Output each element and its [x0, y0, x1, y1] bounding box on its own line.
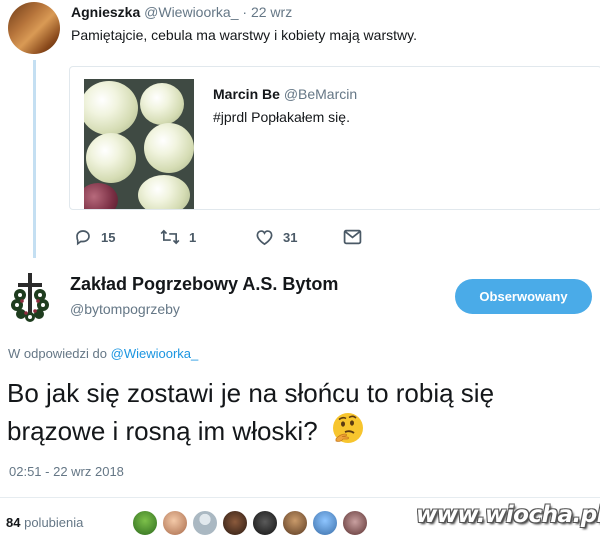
heart-icon: [256, 230, 273, 246]
direct-message-button[interactable]: [343, 226, 362, 248]
parent-tweet: Agnieszka @Wiewioorka_ · 22 wrz Pamiętaj…: [0, 0, 600, 258]
likes-label: polubienia: [24, 515, 84, 530]
parent-tweet-header: Agnieszka @Wiewioorka_ · 22 wrz: [71, 4, 292, 20]
main-tweet-text: Bo jak się zostawi je na słońcu to robią…: [7, 376, 597, 449]
avatar[interactable]: [282, 510, 308, 536]
separator-dot: ·: [242, 4, 248, 20]
author-handle[interactable]: @Wiewioorka_: [144, 4, 238, 20]
retweet-count: 1: [189, 229, 197, 245]
quoted-tweet-card[interactable]: Marcin Be @BeMarcin #jprdl Popłakałem si…: [69, 66, 600, 210]
tweet-timestamp[interactable]: 02:51 - 22 wrz 2018: [9, 464, 124, 479]
avatar[interactable]: [312, 510, 338, 536]
tweet-time[interactable]: 22 wrz: [251, 4, 292, 20]
like-button[interactable]: 31: [255, 226, 297, 248]
reply-context: W odpowiedzi do @Wiewioorka_: [8, 346, 198, 361]
avatar[interactable]: [222, 510, 248, 536]
divider: [0, 497, 600, 498]
reply-icon: [76, 230, 90, 246]
onion-photo: [84, 79, 194, 209]
reply-to-link[interactable]: @Wiewioorka_: [111, 346, 199, 361]
main-tweet-body: Bo jak się zostawi je na słońcu to robią…: [7, 378, 495, 446]
author-name[interactable]: Zakład Pogrzebowy A.S. Bytom: [70, 274, 338, 295]
watermark: www.wiocha.pl: [416, 502, 600, 528]
tweet-text: Pamiętajcie, cebula ma warstwy i kobiety…: [71, 27, 417, 43]
quoted-tweet-text: #jprdl Popłakałem się.: [213, 109, 350, 125]
likes-summary[interactable]: 84 polubienia: [6, 515, 83, 530]
quoted-author-handle: @BeMarcin: [283, 86, 358, 102]
reply-button[interactable]: 15: [74, 226, 115, 248]
thread-line: [33, 60, 36, 258]
thinking-face-emoji: [331, 411, 365, 445]
likes-count: 84: [6, 515, 21, 530]
retweet-icon: [160, 229, 180, 245]
envelope-icon: [343, 229, 362, 245]
author-name[interactable]: Agnieszka: [71, 4, 140, 20]
reply-count: 15: [101, 229, 116, 245]
avatar[interactable]: [132, 510, 158, 536]
quoted-author: Marcin Be @BeMarcin: [213, 86, 357, 102]
avatar[interactable]: [342, 510, 368, 536]
avatar[interactable]: [8, 2, 60, 54]
funeral-home-avatar[interactable]: [10, 271, 50, 323]
avatar[interactable]: [162, 510, 188, 536]
retweet-button[interactable]: 1: [160, 226, 196, 248]
like-count: 31: [283, 229, 298, 245]
reply-prefix: W odpowiedzi do: [8, 346, 107, 361]
avatar[interactable]: [252, 510, 278, 536]
avatar[interactable]: [192, 510, 218, 536]
following-button[interactable]: Obserwowany: [455, 279, 592, 314]
quoted-author-name: Marcin Be: [213, 86, 280, 102]
author-handle[interactable]: @bytompogrzeby: [70, 301, 180, 317]
